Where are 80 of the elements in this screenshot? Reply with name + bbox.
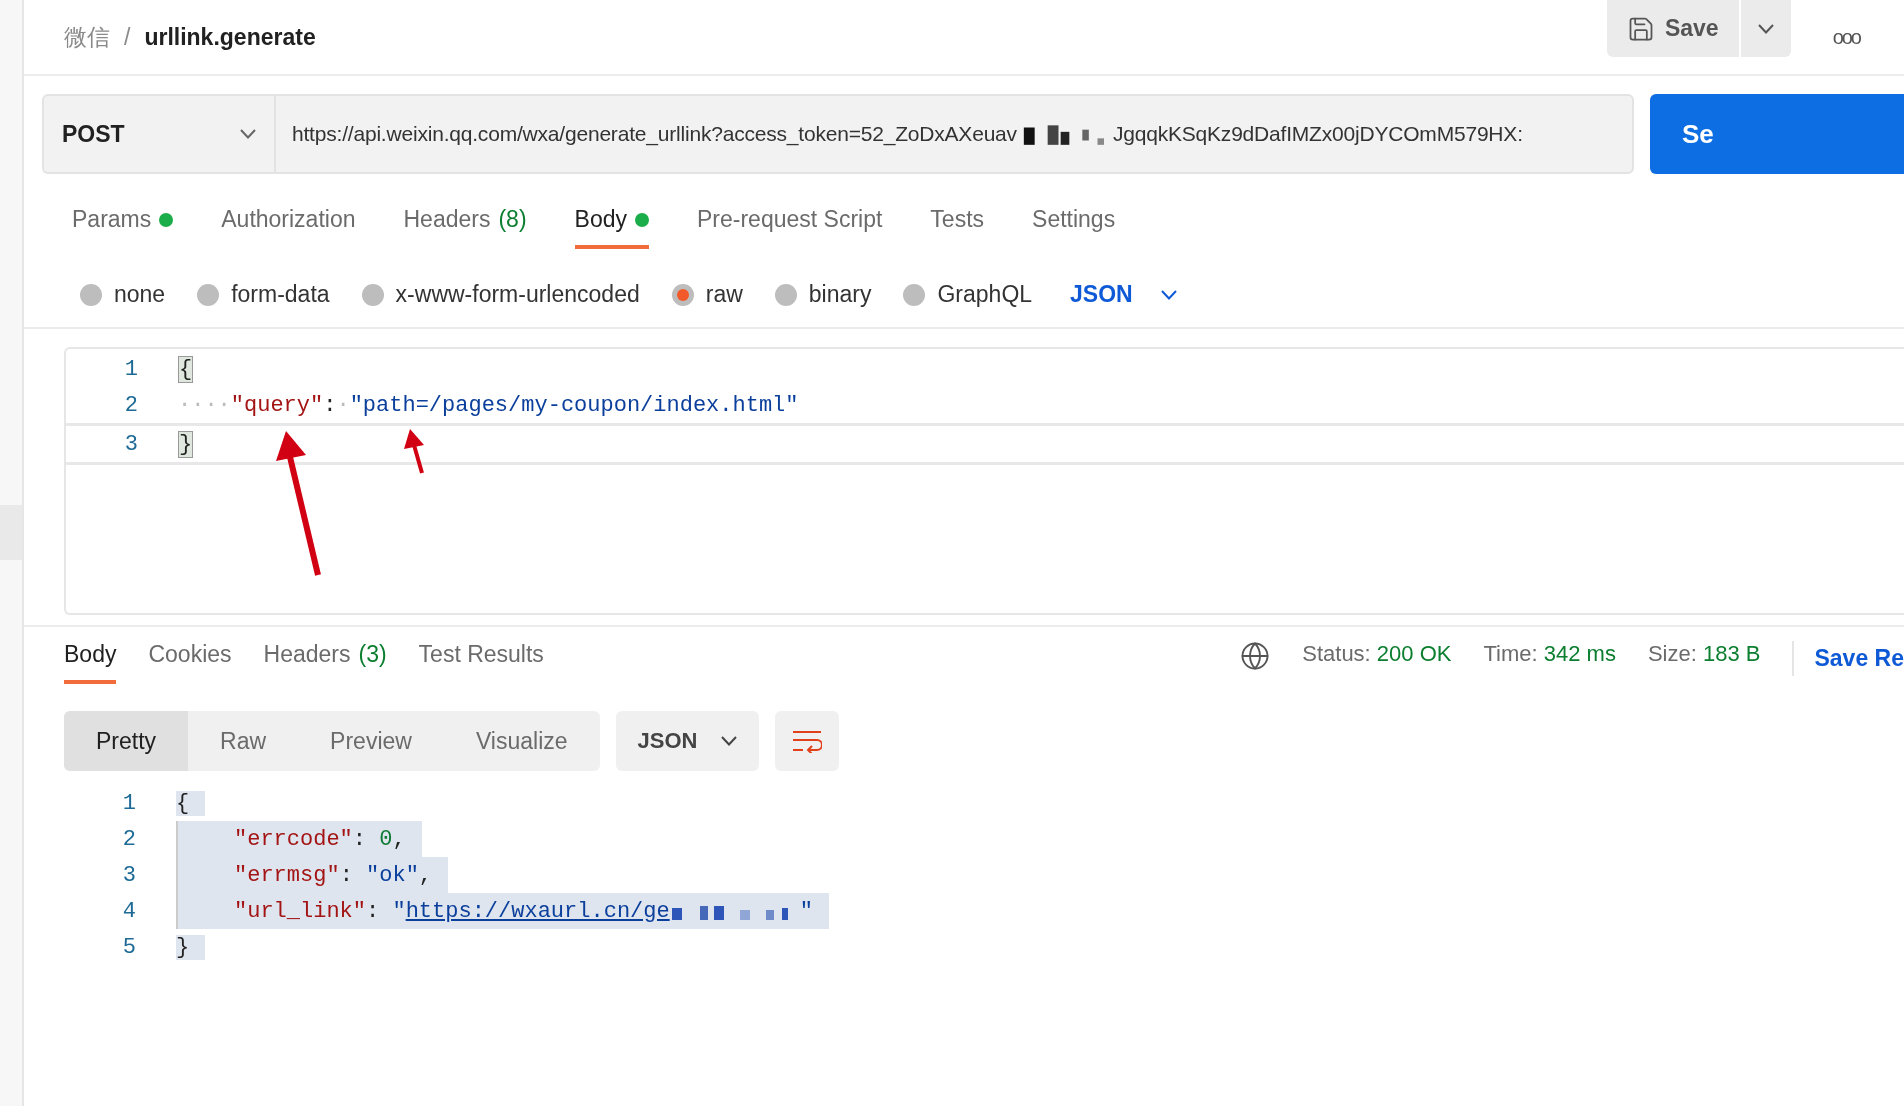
request-tab[interactable]: Pre-request Script <box>697 206 883 249</box>
view-mode-tab[interactable]: Raw <box>188 711 299 771</box>
code-token: "errmsg" <box>234 862 340 888</box>
whitespace-marker: ···· <box>178 392 231 418</box>
line-number: 3 <box>123 431 138 457</box>
code-token: : <box>366 898 381 924</box>
send-button[interactable]: Se <box>1650 94 1904 174</box>
code-token: } <box>176 934 190 960</box>
breadcrumb-parent[interactable]: 微信 <box>64 21 110 53</box>
line-number: 1 <box>123 356 138 382</box>
line-number: 5 <box>121 934 136 960</box>
code-token: , <box>392 826 406 852</box>
caret-icon <box>240 129 256 139</box>
caret-icon <box>1757 23 1774 34</box>
response-tab[interactable]: Body <box>64 641 117 684</box>
radio-button[interactable] <box>671 283 694 306</box>
more-button[interactable]: ooo <box>1828 25 1864 49</box>
code-token: } <box>178 430 194 458</box>
line-number: 2 <box>123 392 138 418</box>
code-token: "path=/pages/my-coupon/index.html" <box>349 392 799 418</box>
code-token: { <box>178 355 194 383</box>
body-type-option[interactable]: GraphQL <box>903 281 1033 308</box>
radio-button[interactable] <box>903 283 926 306</box>
url-link[interactable]: https://wxaurl.cn/ge <box>405 898 670 924</box>
request-tab[interactable]: Authorization <box>221 206 356 249</box>
code-token: : <box>339 862 354 888</box>
radio-button[interactable] <box>361 283 384 306</box>
code-token: "query" <box>230 392 324 418</box>
breadcrumb-separator: / <box>124 23 131 51</box>
wrap-lines-icon <box>792 729 823 753</box>
request-tab[interactable]: Settings <box>1032 206 1116 249</box>
line-number: 1 <box>121 790 136 816</box>
method-dropdown[interactable]: POST <box>42 94 274 174</box>
view-mode-tab[interactable]: Preview <box>298 711 444 771</box>
code-token: 0 <box>379 826 393 852</box>
code-token: " <box>392 898 406 924</box>
response-stat: Size: 183 B <box>1647 641 1761 667</box>
code-token: "ok" <box>366 862 419 888</box>
response-tab[interactable]: Headers (3) <box>263 641 387 684</box>
code-token: , <box>418 862 433 888</box>
url-field[interactable]: https://api.weixin.qq.com/wxa/generate_urllink?access_token=52_ZoDxAXeuav JgqqkKSqKz9dDafIMZx00jDYCOmM579HX: <box>274 94 1634 174</box>
body-editor[interactable]: 1 { 2 ····"query":·"path=/pages/my-coupon/index.html" 3 } <box>64 347 1904 615</box>
radio-button[interactable] <box>774 283 797 306</box>
body-type-option[interactable]: raw <box>671 281 743 308</box>
radio-button[interactable] <box>80 283 102 306</box>
whitespace-marker: · <box>336 392 350 418</box>
view-mode-tab[interactable]: Pretty <box>64 711 189 771</box>
response-tab[interactable]: Test Results <box>418 641 544 684</box>
body-type-option[interactable]: form-data <box>197 281 330 308</box>
view-mode-tab[interactable]: Visualize <box>443 711 600 771</box>
format-dropdown[interactable]: JSON <box>1064 280 1183 309</box>
save-button[interactable]: Save <box>1606 0 1739 57</box>
body-type-option[interactable]: binary <box>774 281 872 308</box>
response-stat: Time: 342 ms <box>1483 641 1616 667</box>
code-token: : <box>352 826 368 852</box>
globe-icon[interactable] <box>1240 641 1271 671</box>
radio-button[interactable] <box>197 283 220 306</box>
code-token: "errcode" <box>234 826 353 852</box>
response-format-dropdown[interactable]: JSON <box>615 711 760 771</box>
request-tab[interactable]: Tests <box>930 206 985 249</box>
code-token: " <box>799 898 813 924</box>
caret-icon <box>721 736 738 746</box>
save-options-button[interactable] <box>1740 0 1791 57</box>
response-tab[interactable]: Cookies <box>148 641 232 684</box>
line-number: 3 <box>121 862 136 888</box>
save-response-button[interactable]: Save Re <box>1792 641 1904 676</box>
request-tab[interactable]: Headers (8) <box>403 206 527 249</box>
request-tab[interactable]: Params <box>72 206 174 249</box>
code-token: "url_link" <box>234 898 367 924</box>
line-number: 2 <box>121 826 136 852</box>
body-type-option[interactable]: x-www-form-urlencoded <box>361 281 640 308</box>
line-number: 4 <box>121 898 136 924</box>
wrap-lines-button[interactable] <box>775 711 840 771</box>
code-token: : <box>323 392 337 418</box>
request-name: urllink.generate <box>144 23 316 51</box>
request-tab[interactable]: Body <box>574 206 649 249</box>
caret-icon <box>1160 289 1177 300</box>
response-stat: Status: 200 OK <box>1302 641 1452 667</box>
body-type-option[interactable]: none <box>80 281 166 308</box>
code-token: { <box>176 790 190 816</box>
